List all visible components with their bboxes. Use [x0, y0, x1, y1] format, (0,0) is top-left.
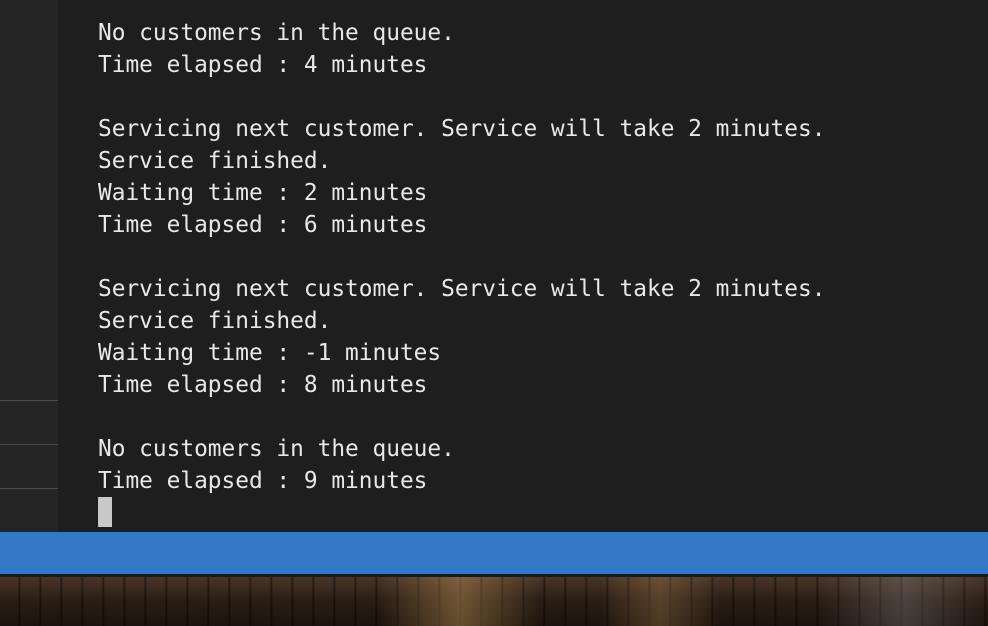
terminal-cursor [98, 497, 112, 527]
terminal-line: No customers in the queue. [98, 436, 455, 462]
wallpaper-highlight [820, 577, 988, 626]
terminal-output-area[interactable]: No customers in the queue. Time elapsed … [58, 0, 988, 532]
terminal-line: Time elapsed : 9 minutes [98, 468, 428, 494]
terminal-lines: No customers in the queue. Time elapsed … [98, 17, 825, 497]
terminal-line: Servicing next customer. Service will ta… [98, 276, 826, 302]
side-panel-divider [0, 400, 58, 401]
side-panel-divider [0, 444, 58, 445]
wallpaper-highlight [600, 577, 720, 626]
terminal-line: Time elapsed : 4 minutes [98, 52, 428, 78]
terminal-line: Time elapsed : 8 minutes [98, 372, 428, 398]
terminal-line: Waiting time : 2 minutes [98, 180, 428, 206]
terminal-line: Waiting time : -1 minutes [98, 340, 442, 366]
side-panel [0, 0, 58, 532]
terminal-line: No customers in the queue. [98, 20, 455, 46]
status-bar [0, 532, 988, 574]
side-panel-divider [0, 488, 58, 489]
terminal-line: Service finished. [98, 148, 332, 174]
terminal-line: Service finished. [98, 308, 332, 334]
screen: No customers in the queue. Time elapsed … [0, 0, 988, 626]
terminal-line: Time elapsed : 6 minutes [98, 212, 428, 238]
desktop-wallpaper [0, 577, 988, 626]
terminal-line: Servicing next customer. Service will ta… [98, 116, 826, 142]
wallpaper-highlight [380, 577, 540, 626]
